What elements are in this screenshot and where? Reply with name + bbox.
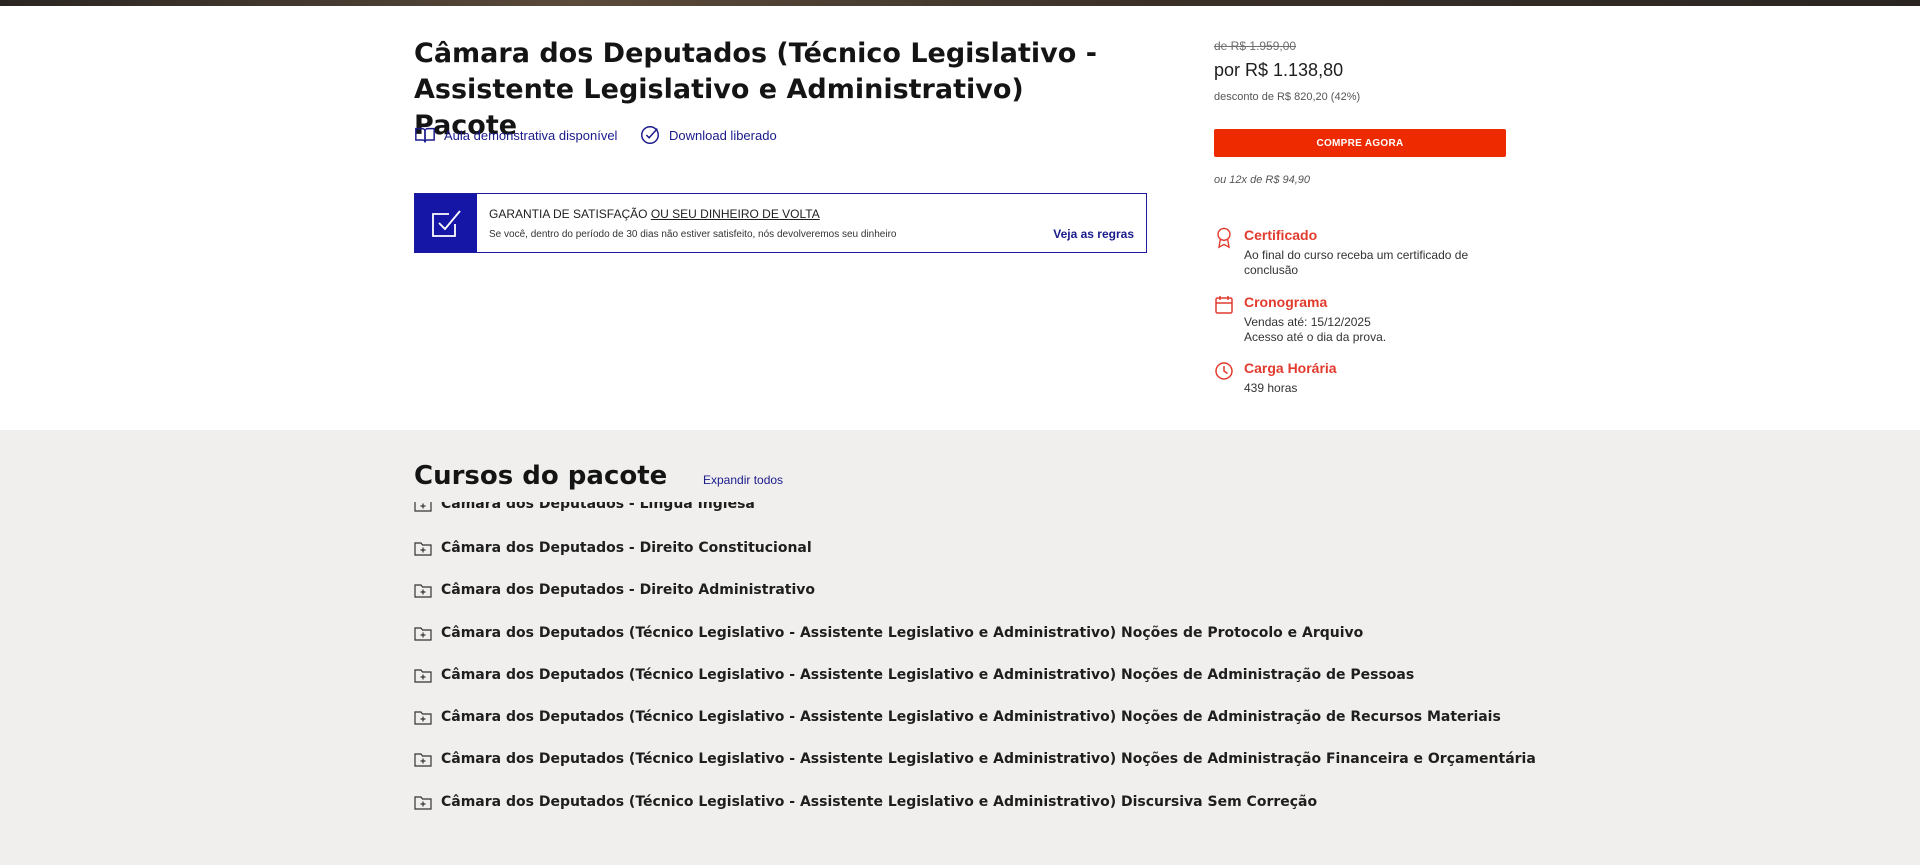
- course-item-label: Câmara dos Deputados - Direito Administr…: [441, 582, 816, 598]
- guarantee-icon-box: [415, 194, 477, 252]
- course-item-label: Câmara dos Deputados (Técnico Legislativ…: [441, 709, 1501, 725]
- guarantee-title: GARANTIA DE SATISFAÇÃO OU SEU DINHEIRO D…: [489, 207, 820, 221]
- course-item[interactable]: Câmara dos Deputados (Técnico Legislativ…: [414, 709, 1501, 725]
- guarantee-banner: GARANTIA DE SATISFAÇÃO OU SEU DINHEIRO D…: [414, 193, 1147, 253]
- courses-section-title: Cursos do pacote: [414, 461, 668, 491]
- download-feature[interactable]: Download liberado: [639, 124, 777, 146]
- guarantee-title-emphasis: OU SEU DINHEIRO DE VOLTA: [650, 207, 820, 221]
- demo-class-feature[interactable]: Aula demonstrativa disponível: [414, 124, 617, 146]
- workload-label: Carga Horária: [1244, 360, 1337, 376]
- folder-plus-icon: [414, 796, 432, 810]
- course-list-clip: Câmara dos Deputados - Língua Inglesa: [414, 502, 1314, 516]
- course-item[interactable]: Câmara dos Deputados (Técnico Legislativ…: [414, 751, 1536, 767]
- demo-class-label: Aula demonstrativa disponível: [444, 127, 618, 143]
- folder-plus-icon: [414, 669, 432, 683]
- schedule-label: Cronograma: [1244, 294, 1328, 310]
- schedule-sales-until: Vendas até: 15/12/2025: [1244, 315, 1371, 329]
- certificate-label: Certificado: [1244, 227, 1318, 243]
- course-item[interactable]: Câmara dos Deputados (Técnico Legislativ…: [414, 667, 1414, 683]
- course-item-label: Câmara dos Deputados (Técnico Legislativ…: [441, 625, 1364, 641]
- installments-text: ou 12x de R$ 94,90: [1214, 174, 1311, 186]
- workload-text: 439 horas: [1244, 381, 1298, 395]
- course-item[interactable]: Câmara dos Deputados - Direito Administr…: [414, 582, 815, 598]
- guarantee-rules-link[interactable]: Veja as regras: [1053, 227, 1134, 241]
- folder-plus-icon: [414, 502, 432, 512]
- certificate-text: Ao final do curso receba um certificado …: [1244, 248, 1469, 277]
- guarantee-title-prefix: GARANTIA DE SATISFAÇÃO: [489, 207, 651, 221]
- course-item-label: Câmara dos Deputados - Direito Constituc…: [441, 540, 812, 556]
- folder-plus-icon: [414, 584, 432, 598]
- expand-all-button[interactable]: Expandir todos: [703, 473, 783, 487]
- buy-now-button[interactable]: COMPRE AGORA: [1214, 129, 1506, 157]
- course-item-label: Câmara dos Deputados (Técnico Legislativ…: [441, 751, 1536, 767]
- course-item-label: Câmara dos Deputados (Técnico Legislativ…: [441, 794, 1318, 810]
- check-circle-icon: [641, 126, 659, 144]
- discount-text: desconto de R$ 820,20 (42%): [1214, 91, 1361, 103]
- clock-icon: [1215, 362, 1233, 380]
- book-open-icon: [415, 127, 435, 143]
- course-item[interactable]: Câmara dos Deputados - Direito Constituc…: [414, 540, 812, 556]
- guarantee-text: Se você, dentro do período de 30 dias nã…: [489, 229, 897, 240]
- course-item[interactable]: Câmara dos Deputados - Língua Inglesa: [414, 502, 755, 512]
- course-item-label: Câmara dos Deputados (Técnico Legislativ…: [441, 667, 1415, 683]
- schedule-text: Vendas até: 15/12/2025 Acesso até o dia …: [1244, 315, 1494, 345]
- checkbox-icon: [432, 210, 461, 237]
- old-price: de R$ 1.959,00: [1214, 39, 1297, 53]
- folder-plus-icon: [414, 542, 432, 556]
- course-item[interactable]: Câmara dos Deputados (Técnico Legislativ…: [414, 625, 1363, 641]
- folder-plus-icon: [414, 627, 432, 641]
- schedule-access-until: Acesso até o dia da prova.: [1244, 330, 1387, 344]
- course-item-label: Câmara dos Deputados - Língua Inglesa: [441, 502, 755, 512]
- calendar-icon: [1215, 296, 1233, 314]
- award-icon: [1217, 227, 1231, 249]
- course-item[interactable]: Câmara dos Deputados (Técnico Legislativ…: [414, 794, 1317, 810]
- current-price: por R$ 1.138,80: [1214, 60, 1344, 80]
- folder-plus-icon: [414, 711, 432, 725]
- download-label: Download liberado: [669, 127, 777, 143]
- folder-plus-icon: [414, 753, 432, 767]
